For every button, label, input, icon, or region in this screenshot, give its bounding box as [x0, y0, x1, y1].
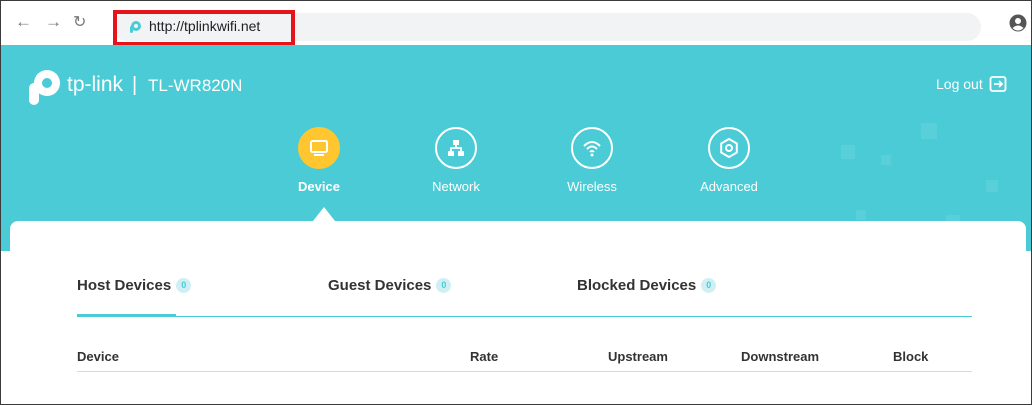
column-header-upstream[interactable]: Upstream [608, 349, 668, 364]
tab-host-devices-label: Host Devices [77, 277, 172, 294]
table-header-divider [77, 371, 972, 372]
nav-advanced-label: Advanced [700, 179, 758, 194]
nav-advanced[interactable]: Advanced [679, 127, 779, 207]
monitor-icon [310, 140, 328, 156]
tab-guest-devices[interactable]: Guest Devices 0 [328, 277, 452, 294]
active-tab-underline [77, 314, 176, 317]
column-header-block[interactable]: Block [893, 349, 928, 364]
column-header-rate[interactable]: Rate [470, 349, 498, 364]
nav-wireless[interactable]: Wireless [542, 127, 642, 207]
tabs-divider [77, 316, 972, 317]
logout-icon[interactable] [989, 75, 1007, 93]
host-devices-count-badge: 0 [176, 278, 192, 293]
logout-link[interactable]: Log out [936, 76, 983, 92]
tab-blocked-devices-label: Blocked Devices [577, 277, 697, 294]
brand-separator: | [132, 74, 138, 96]
model-name: TL-WR820N [148, 76, 243, 95]
nav-device-circle [298, 127, 340, 169]
guest-devices-count-badge: 0 [436, 278, 452, 293]
gear-icon [720, 138, 738, 158]
wifi-icon [583, 141, 601, 157]
nav-wireless-label: Wireless [567, 179, 617, 194]
nav-network[interactable]: Network [406, 127, 506, 207]
content-card: Host Devices 0 Guest Devices 0 Blocked Dev… [10, 221, 1026, 404]
column-header-device[interactable]: Device [77, 349, 119, 364]
nav-network-label: Network [432, 179, 480, 194]
column-header-downstream[interactable]: Downstream [741, 349, 819, 364]
nav-advanced-circle [708, 127, 750, 169]
tab-host-devices[interactable]: Host Devices 0 [77, 277, 192, 294]
nav-device[interactable]: Device [269, 127, 369, 207]
reload-icon[interactable]: ↻ [73, 14, 86, 31]
brand-name: tp-link [67, 73, 124, 96]
network-icon [448, 140, 464, 156]
tplink-logo-icon [29, 70, 60, 105]
tab-blocked-devices[interactable]: Blocked Devices 0 [577, 277, 717, 294]
nav-network-circle [435, 127, 477, 169]
url-highlight-box [113, 10, 295, 46]
browser-toolbar: ← → ↻ http://tplinkwifi.net [1, 1, 1031, 46]
active-nav-pointer [313, 207, 335, 221]
tab-guest-devices-label: Guest Devices [328, 277, 432, 294]
arrow-left-icon[interactable]: ← [15, 13, 32, 30]
screenshot-frame: ← → ↻ http://tplinkwifi.net tp-link | TL… [0, 0, 1032, 405]
nav-wireless-circle [571, 127, 613, 169]
blocked-devices-count-badge: 0 [701, 278, 717, 293]
arrow-right-icon[interactable]: → [45, 13, 62, 30]
account-circle-icon[interactable] [1009, 14, 1027, 32]
nav-device-label: Device [298, 179, 340, 194]
